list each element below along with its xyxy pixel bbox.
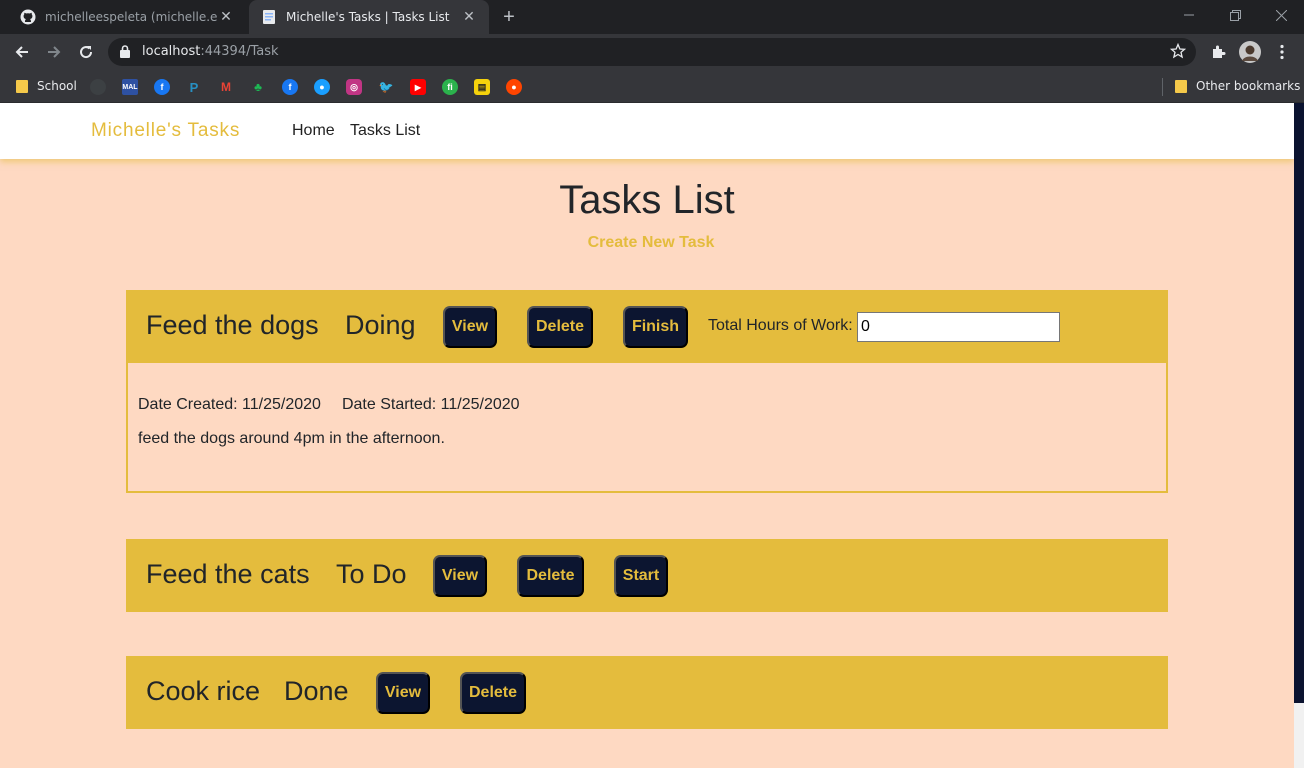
task-name: Cook rice [146, 676, 261, 706]
task-card: Feed the dogs Doing View Delete Finish T… [126, 290, 1168, 493]
site-navbar: Michelle's Tasks Home Tasks List [0, 103, 1294, 159]
browser-tab-github[interactable]: michelleespeleta (michelle.espele ✕ [8, 0, 246, 34]
task-dates: Date Created: 11/25/2020 Date Started: 11… [138, 396, 520, 414]
github-bookmark-icon[interactable] [90, 79, 106, 95]
task-description: feed the dogs around 4pm in the afternoo… [138, 430, 445, 447]
nav-home[interactable]: Home [292, 122, 335, 140]
bookmark-school[interactable]: School [16, 77, 77, 95]
folder-icon [1175, 79, 1187, 93]
scrollbar-track[interactable] [1294, 703, 1304, 768]
browser-tab-active[interactable]: Michelle's Tasks | Tasks List ✕ [249, 0, 489, 34]
notes-bookmark-icon[interactable]: ▤ [474, 79, 490, 95]
menu-icon[interactable] [1270, 40, 1294, 64]
start-button[interactable]: Start [614, 555, 668, 597]
address-bar[interactable]: localhost:44394/Task [108, 38, 1196, 66]
bookmark-star-icon[interactable] [1169, 42, 1187, 64]
task-name: Feed the dogs [146, 310, 319, 340]
profile-avatar[interactable] [1238, 40, 1262, 64]
hours-input[interactable] [857, 312, 1060, 342]
delete-button[interactable]: Delete [527, 306, 593, 348]
paypal-bookmark-icon[interactable]: P [186, 79, 202, 95]
finish-button[interactable]: Finish [623, 306, 688, 348]
task-card-header[interactable]: Cook rice Done View Delete [126, 656, 1168, 729]
hours-label: Total Hours of Work: [708, 317, 853, 334]
tree-bookmark-icon[interactable]: ♣ [250, 79, 266, 95]
chat-bookmark-icon[interactable]: ● [314, 79, 330, 95]
forward-icon[interactable] [42, 40, 66, 64]
youtube-bookmark-icon[interactable]: ▶ [410, 79, 426, 95]
task-status: To Do [336, 559, 407, 589]
lock-icon [120, 45, 130, 63]
delete-button[interactable]: Delete [460, 672, 526, 714]
folder-icon [16, 79, 28, 93]
close-tab-icon[interactable]: ✕ [218, 9, 234, 25]
view-button[interactable]: View [433, 555, 487, 597]
instagram-bookmark-icon[interactable]: ◎ [346, 79, 362, 95]
task-name: Feed the cats [146, 559, 310, 589]
page-title: Tasks List [559, 178, 735, 222]
task-card-header[interactable]: Feed the cats To Do View Delete Start [126, 539, 1168, 612]
fn-bookmark-icon[interactable]: fi [442, 79, 458, 95]
date-created: Date Created: 11/25/2020 [138, 396, 321, 413]
task-card-header[interactable]: Feed the dogs Doing View Delete Finish T… [126, 290, 1168, 363]
browser-toolbar: localhost:44394/Task [0, 34, 1304, 70]
bookmark-other[interactable]: Other bookmarks [1175, 77, 1300, 95]
close-window-icon[interactable] [1258, 0, 1304, 30]
page-icon [261, 9, 277, 25]
facebook-bookmark-icon[interactable]: f [282, 79, 298, 95]
task-status: Done [284, 676, 349, 706]
tab-title: Michelle's Tasks | Tasks List [286, 10, 450, 24]
browser-tabstrip: michelleespeleta (michelle.espele ✕ Mich… [0, 0, 1304, 34]
gmail-bookmark-icon[interactable]: M [218, 79, 234, 95]
reddit-bookmark-icon[interactable]: ● [506, 79, 522, 95]
delete-button[interactable]: Delete [517, 555, 584, 597]
create-task-link[interactable]: Create New Task [0, 234, 1294, 252]
close-tab-icon[interactable]: ✕ [461, 9, 477, 25]
page-edge-strip [1294, 103, 1304, 703]
task-card: Feed the cats To Do View Delete Start [126, 539, 1168, 612]
view-button[interactable]: View [443, 306, 497, 348]
bookmarks-bar: School MAL f P M ♣ f ● ◎ 🐦 ▶ fi ▤ ● Othe… [0, 70, 1304, 103]
site-brand[interactable]: Michelle's Tasks [91, 120, 240, 142]
bookmarks-separator [1162, 78, 1163, 96]
extensions-icon[interactable] [1206, 40, 1230, 64]
minimize-icon[interactable] [1166, 0, 1212, 30]
url-text: localhost:44394/Task [142, 44, 279, 59]
page-viewport: Michelle's Tasks Home Tasks List Tasks L… [0, 103, 1294, 768]
view-button[interactable]: View [376, 672, 430, 714]
task-card-body: Date Created: 11/25/2020 Date Started: 11… [126, 363, 1168, 493]
new-tab-icon[interactable]: + [498, 5, 520, 29]
back-icon[interactable] [10, 40, 34, 64]
date-started: Date Started: 11/25/2020 [341, 396, 520, 413]
twitter-bookmark-icon[interactable]: 🐦 [378, 79, 394, 95]
nav-tasks-list[interactable]: Tasks List [350, 122, 420, 140]
reload-icon[interactable] [74, 40, 98, 64]
github-icon [20, 9, 36, 25]
task-status: Doing [345, 310, 416, 340]
mal-bookmark-icon[interactable]: MAL [122, 79, 138, 95]
facebook-bookmark-icon[interactable]: f [154, 79, 170, 95]
task-card: Cook rice Done View Delete [126, 656, 1168, 729]
tab-title: michelleespeleta (michelle.espele [45, 10, 218, 24]
restore-icon[interactable] [1212, 0, 1258, 30]
